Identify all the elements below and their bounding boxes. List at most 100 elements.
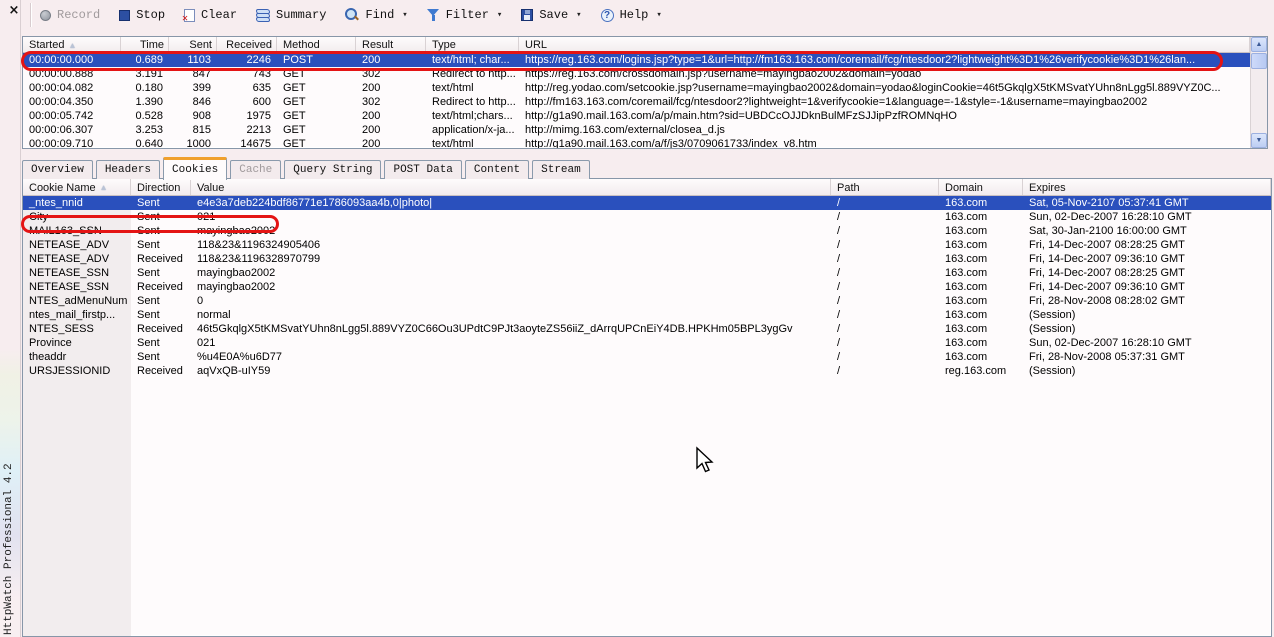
request-cell-time: 3.191: [135, 68, 163, 80]
cookie-header-label: Value: [197, 181, 225, 194]
request-list-scrollbar[interactable]: ▲ ▼: [1250, 37, 1267, 148]
cookie-row[interactable]: NETEASE_SSN Sent mayingbao2002 / 163.com Fri,…: [23, 266, 1271, 280]
request-header-method[interactable]: Method: [277, 37, 356, 52]
request-row[interactable]: 00:00:09.710 0.640 1000 14675 GET 200 text/htm…: [23, 137, 1250, 148]
request-row[interactable]: 00:00:04.082 0.180 399 635 GET 200 text/html ht…: [23, 81, 1250, 95]
cookie-header-path[interactable]: Path: [831, 179, 939, 195]
request-cell-type: text/html: [432, 82, 474, 94]
cookie-cell-name: NETEASE_SSN: [29, 267, 110, 279]
close-icon[interactable]: ×: [6, 3, 22, 19]
cookie-row[interactable]: City Sent 021 / 163.com Sun, 02-Dec-2007 16:2…: [23, 210, 1271, 224]
request-header-time[interactable]: Time: [121, 37, 169, 52]
cookie-cell-domain: 163.com: [945, 239, 988, 251]
request-cell-started: 00:00:04.350: [29, 96, 94, 108]
stop-button[interactable]: Stop: [119, 8, 165, 22]
cookie-row[interactable]: NETEASE_SSN Received mayingbao2002 / 163.com…: [23, 280, 1271, 294]
scrollbar-track[interactable]: [1251, 69, 1267, 133]
cookies-rows: _ntes_nnid Sent e4e3a7deb224bdf86771e17860…: [23, 196, 1271, 378]
cookie-header-label: Cookie Name: [29, 181, 96, 194]
cookie-cell-direction: Sent: [137, 337, 160, 349]
cookie-row[interactable]: Province Sent 021 / 163.com Sun, 02-Dec-2007 …: [23, 336, 1271, 350]
cookie-row[interactable]: URSJESSIONID Received aqVxQB-uIY59 / reg.163…: [23, 364, 1271, 378]
filter-button[interactable]: Filter ▾: [426, 8, 502, 22]
help-dropdown-icon[interactable]: ▾: [656, 10, 661, 20]
request-cell-started: 00:00:06.307: [29, 124, 94, 136]
cookie-row[interactable]: NTES_adMenuNum Sent 0 / 163.com Fri, 28-Nov-2…: [23, 294, 1271, 308]
cookie-cell-path: /: [837, 365, 841, 377]
tab-headers[interactable]: Headers: [95, 160, 161, 179]
request-header-result[interactable]: Result: [356, 37, 426, 52]
tab-overview[interactable]: Overview: [22, 160, 93, 179]
request-header-sent[interactable]: Sent: [169, 37, 217, 52]
scroll-down-icon[interactable]: ▼: [1251, 133, 1267, 148]
cookie-header-value[interactable]: Value: [191, 179, 831, 195]
cookie-header-domain[interactable]: Domain: [939, 179, 1023, 195]
tab-stream[interactable]: Stream: [532, 160, 590, 179]
tab-content[interactable]: Content: [464, 160, 530, 179]
cookie-cell-expires: (Session): [1029, 309, 1076, 321]
cookie-cell-expires: (Session): [1029, 323, 1076, 335]
cookie-row[interactable]: NETEASE_ADV Received 118&23&1196328970799 /…: [23, 252, 1271, 266]
cookie-row[interactable]: NTES_SESS Received 46t5GkqlgX5tKMSvatYUhn8…: [23, 322, 1271, 336]
request-cell-received: 2246: [246, 54, 271, 66]
find-button[interactable]: Find ▾: [345, 8, 408, 22]
request-row[interactable]: 00:00:06.307 3.253 815 2213 GET 200 applicatio…: [23, 123, 1250, 137]
request-row[interactable]: 00:00:04.350 1.390 846 600 GET 302 Redirect to…: [23, 95, 1250, 109]
cookie-cell-path: /: [837, 281, 841, 293]
cookie-cell-domain: 163.com: [945, 337, 988, 349]
request-header-type[interactable]: Type: [426, 37, 519, 52]
cookie-cell-expires: Fri, 28-Nov-2008 08:28:02 GMT: [1029, 295, 1185, 307]
tab-query-string[interactable]: Query String: [284, 160, 382, 179]
clear-button[interactable]: Clear: [182, 8, 237, 25]
scrollbar-thumb[interactable]: [1251, 53, 1267, 69]
filter-dropdown-icon[interactable]: ▾: [497, 10, 502, 20]
cookie-cell-direction: Received: [137, 323, 183, 335]
request-cell-time: 0.640: [135, 138, 163, 148]
detail-tabstrip: Overview Headers Cookies Cache Query String P…: [22, 156, 590, 180]
cookie-cell-expires: Sat, 05-Nov-2107 05:37:41 GMT: [1029, 197, 1189, 209]
cookie-cell-name: MAIL163_SSN: [29, 225, 102, 237]
request-cell-started: 00:00:05.742: [29, 110, 94, 122]
cookie-cell-name: theaddr: [29, 351, 67, 363]
cookie-header-name[interactable]: Cookie Name ▲: [23, 179, 131, 195]
request-cell-method: POST: [283, 54, 313, 66]
request-header-url[interactable]: URL: [519, 37, 1250, 52]
cookie-cell-path: /: [837, 323, 841, 335]
cookie-header-label: Domain: [945, 181, 983, 194]
cookie-row[interactable]: MAIL163_SSN Sent mayingbao2002 / 163.com Sat,…: [23, 224, 1271, 238]
request-header-label: URL: [525, 39, 548, 51]
cookie-row[interactable]: ntes_mail_firstp... Sent normal / 163.com (Se…: [23, 308, 1271, 322]
tab-post-data[interactable]: POST Data: [384, 160, 462, 179]
request-row[interactable]: 00:00:05.742 0.528 908 1975 GET 200 text/html;…: [23, 109, 1250, 123]
cookie-cell-value: 0: [197, 295, 204, 307]
request-cell-method: GET: [283, 124, 306, 136]
request-cell-method: GET: [283, 138, 306, 148]
find-dropdown-icon[interactable]: ▾: [402, 10, 407, 20]
tab-cookies[interactable]: Cookies: [163, 157, 228, 180]
cookie-cell-domain: 163.com: [945, 267, 988, 279]
request-cell-received: 600: [252, 96, 271, 108]
scroll-up-icon[interactable]: ▲: [1251, 37, 1267, 52]
cookie-row[interactable]: theaddr Sent %u4E0A%u6D77 / 163.com Fri, 28-N…: [23, 350, 1271, 364]
request-header-received[interactable]: Received: [217, 37, 277, 52]
cookie-cell-direction: Sent: [137, 225, 160, 237]
request-cell-result: 302: [362, 96, 381, 108]
cookie-row[interactable]: _ntes_nnid Sent e4e3a7deb224bdf86771e17860…: [23, 196, 1271, 210]
help-button[interactable]: ? Help ▾: [600, 8, 662, 22]
summary-button[interactable]: Summary: [256, 8, 326, 22]
request-row[interactable]: 00:00:00.888 3.191 847 743 GET 302 Redirect to…: [23, 67, 1250, 81]
request-cell-url: http://mimg.163.com/external/closea_d.js: [525, 124, 725, 136]
cookie-header-direction[interactable]: Direction: [131, 179, 191, 195]
cookie-header-expires[interactable]: Expires: [1023, 179, 1271, 195]
request-header-started[interactable]: Started ▲: [23, 37, 121, 52]
request-row[interactable]: 00:00:00.000 0.689 1103 2246 POST 200 text/htm…: [23, 53, 1250, 67]
request-cell-url: http://reg.yodao.com/setcookie.jsp?usern…: [525, 82, 1221, 94]
save-dropdown-icon[interactable]: ▾: [576, 10, 581, 20]
save-button[interactable]: Save ▾: [521, 8, 582, 22]
request-cell-result: 200: [362, 110, 381, 122]
request-header-label: Sent: [189, 39, 212, 51]
request-cell-started: 00:00:04.082: [29, 82, 94, 94]
cookie-row[interactable]: NETEASE_ADV Sent 118&23&1196324905406 / 163.…: [23, 238, 1271, 252]
cookie-cell-expires: Sun, 02-Dec-2007 16:28:10 GMT: [1029, 337, 1192, 349]
save-icon: [521, 9, 534, 21]
